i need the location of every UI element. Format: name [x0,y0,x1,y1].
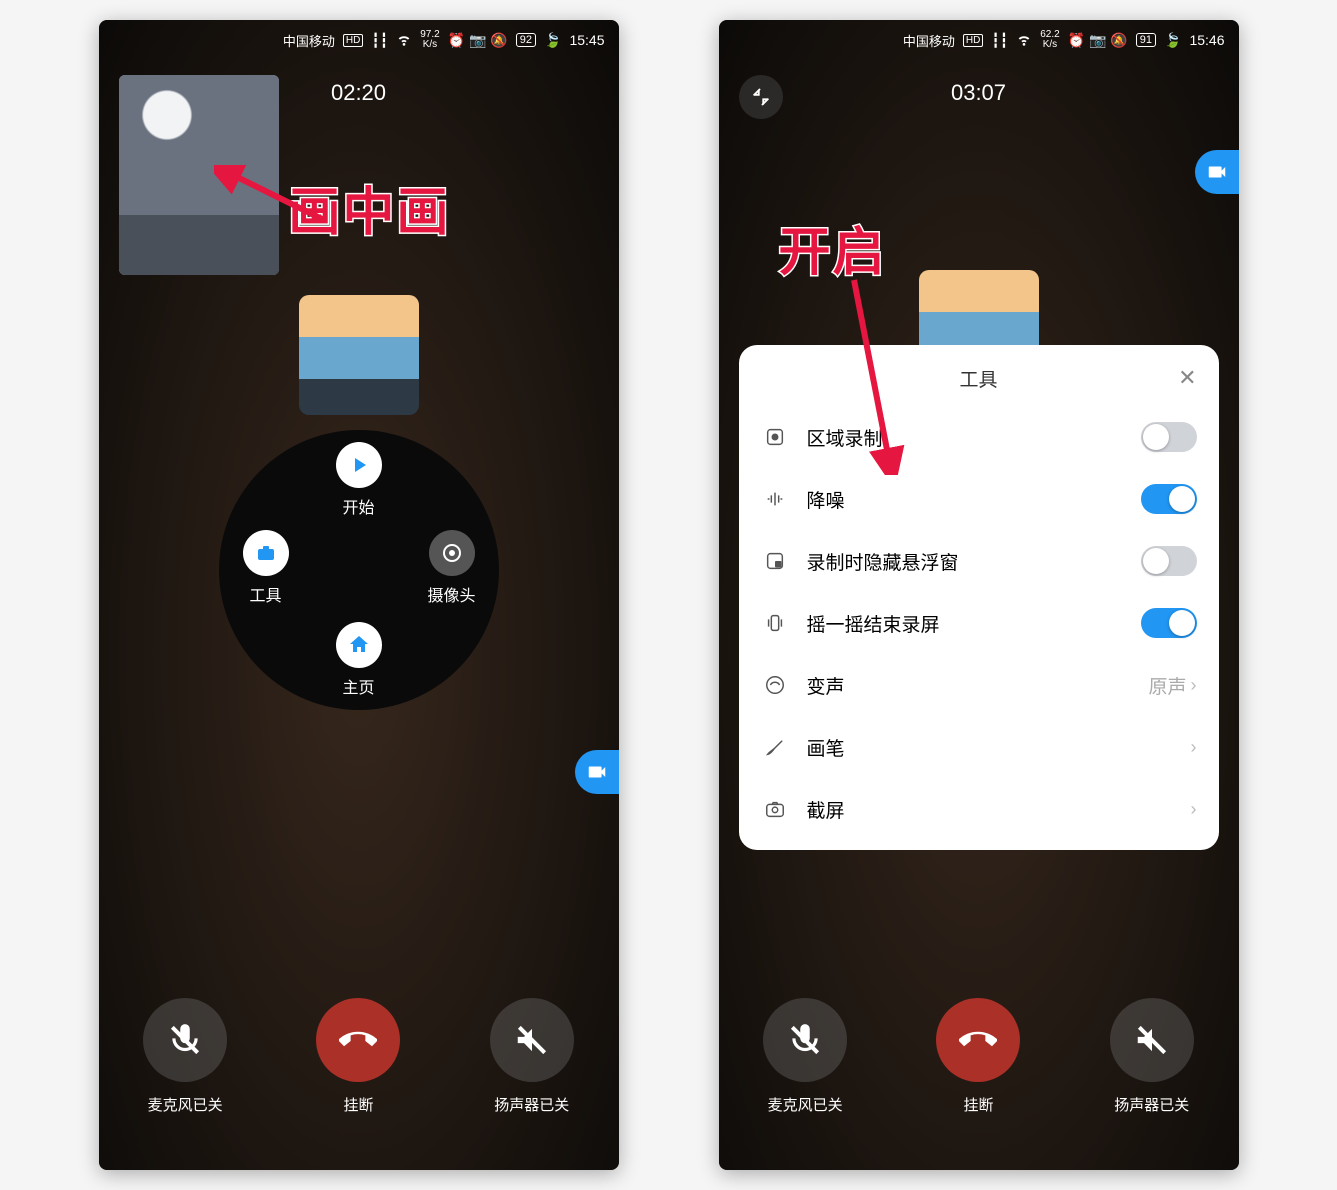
status-icons: ⏰ 📷 🔕 [448,32,508,49]
home-icon [336,622,382,668]
call-actions: 麦克风已关 挂断 扬声器已关 [99,998,619,1115]
tool-value: 原声 [1148,672,1186,699]
mic-label: 麦克风已关 [763,1094,847,1115]
tool-shake-stop[interactable]: 摇一摇结束录屏 [761,592,1197,654]
tool-label: 截屏 [807,796,1191,823]
mic-label: 麦克风已关 [143,1094,227,1115]
call-timer: 02:20 [99,80,619,106]
leaf-icon: 🍃 [1164,32,1181,49]
status-bar: 中国移动 HD ┇┇ 62.2 K/s ⏰ 📷 🔕 91 🍃 15:46 [719,20,1239,60]
tool-label: 降噪 [807,486,1141,513]
annotation-arrow [214,165,334,235]
hangup-button[interactable]: 挂断 [936,998,1020,1115]
radial-camera-label: 摄像头 [417,582,487,606]
hd-icon: HD [343,34,363,47]
tools-close-button[interactable]: ✕ [1178,365,1196,391]
chevron-right-icon: › [1191,675,1197,696]
hangup-label: 挂断 [936,1094,1020,1115]
status-bar: 中国移动 HD ┇┇ 97.2 K/s ⏰ 📷 🔕 92 🍃 15:45 [99,20,619,60]
tool-hide-float[interactable]: 录制时隐藏悬浮窗 [761,530,1197,592]
tools-panel: 工具 ✕ 区域录制 降噪 录制时隐藏悬浮窗 摇一摇结束录屏 变声 原声› [739,345,1219,850]
screenshot-icon [761,798,789,820]
radial-tools-label: 工具 [231,582,301,606]
radial-start-label: 开始 [324,494,394,518]
speaker-button[interactable]: 扬声器已关 [1110,998,1194,1115]
switch[interactable] [1141,546,1197,576]
net-speed: 97.2 K/s [420,30,439,50]
hangup-button[interactable]: 挂断 [316,998,400,1115]
switch[interactable] [1141,608,1197,638]
tool-noise-reduction[interactable]: 降噪 [761,468,1197,530]
annotation-arrow [834,275,914,475]
camera-icon [429,530,475,576]
hide-float-icon [761,550,789,572]
mic-button[interactable]: 麦克风已关 [763,998,847,1115]
phone-left: 中国移动 HD ┇┇ 97.2 K/s ⏰ 📷 🔕 92 🍃 15:45 02:… [99,20,619,1170]
caller-avatar [299,295,419,415]
mic-button[interactable]: 麦克风已关 [143,998,227,1115]
switch[interactable] [1141,484,1197,514]
chevron-right-icon: › [1191,799,1197,820]
tool-label: 画笔 [807,734,1191,761]
tools-title: 工具 [959,370,997,391]
shake-icon [761,612,789,634]
hangup-icon [316,998,400,1082]
hd-icon: HD [963,34,983,47]
battery-badge: 92 [516,33,536,47]
speaker-off-icon [1110,998,1194,1082]
radial-start[interactable]: 开始 [324,442,394,518]
tool-label: 变声 [807,672,1149,699]
switch[interactable] [1141,422,1197,452]
brush-icon [761,736,789,758]
toolbox-icon [243,530,289,576]
call-timer: 03:07 [719,80,1239,106]
wifi-icon [1016,31,1032,50]
tool-brush[interactable]: 画笔 › [761,716,1197,778]
signal-icon: ┇┇ [371,32,388,49]
noise-icon [761,488,789,510]
speaker-off-icon [490,998,574,1082]
radial-camera[interactable]: 摄像头 [417,530,487,606]
status-icons: ⏰ 📷 🔕 [1068,32,1128,49]
radial-tools[interactable]: 工具 [231,530,301,606]
annotation-enable: 开启 [779,210,887,285]
speaker-label: 扬声器已关 [490,1094,574,1115]
mic-off-icon [143,998,227,1082]
carrier-label: 中国移动 [903,31,955,50]
tool-voice-change[interactable]: 变声 原声› [761,654,1197,716]
radial-home-label: 主页 [324,674,394,698]
leaf-icon: 🍃 [544,32,561,49]
mic-off-icon [763,998,847,1082]
clock-time: 15:46 [1189,32,1224,48]
tool-label: 录制时隐藏悬浮窗 [807,548,1141,575]
float-camera-button[interactable] [575,750,619,794]
region-record-icon [761,426,789,448]
tool-region-record[interactable]: 区域录制 [761,406,1197,468]
chevron-right-icon: › [1191,737,1197,758]
call-actions: 麦克风已关 挂断 扬声器已关 [719,998,1239,1115]
speaker-label: 扬声器已关 [1110,1094,1194,1115]
tool-label: 摇一摇结束录屏 [807,610,1141,637]
radial-home[interactable]: 主页 [324,622,394,698]
float-camera-button[interactable] [1195,150,1239,194]
play-icon [336,442,382,488]
voice-icon [761,674,789,696]
hangup-label: 挂断 [316,1094,400,1115]
hangup-icon [936,998,1020,1082]
battery-badge: 91 [1136,33,1156,47]
wifi-icon [396,31,412,50]
clock-time: 15:45 [569,32,604,48]
phone-right: 中国移动 HD ┇┇ 62.2 K/s ⏰ 📷 🔕 91 🍃 15:46 03:… [719,20,1239,1170]
signal-icon: ┇┇ [991,32,1008,49]
net-speed: 62.2 K/s [1040,30,1059,50]
tool-screenshot[interactable]: 截屏 › [761,778,1197,840]
carrier-label: 中国移动 [283,31,335,50]
speaker-button[interactable]: 扬声器已关 [490,998,574,1115]
radial-menu: 开始 工具 摄像头 主页 [219,430,499,710]
